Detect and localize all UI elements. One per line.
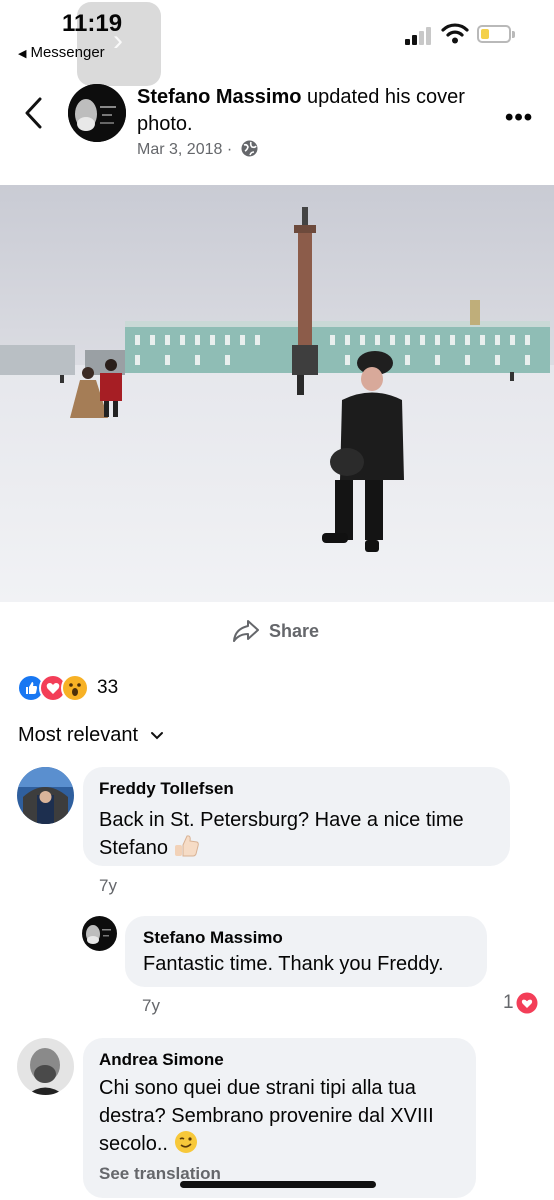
comment-bubble: Freddy Tollefsen Back in St. Petersburg?… [83, 767, 510, 866]
avatar-image [17, 1038, 74, 1095]
comment-text: Chi sono quei due strani tipi alla tua d… [99, 1074, 460, 1158]
commenter-name[interactable]: Andrea Simone [99, 1050, 460, 1070]
more-options-icon[interactable]: ••• [505, 104, 533, 132]
sort-label: Most relevant [18, 724, 139, 746]
cover-photo[interactable] [0, 185, 554, 602]
commenter-avatar[interactable] [17, 767, 74, 824]
avatar-image [17, 767, 74, 824]
avatar-image [68, 84, 126, 142]
home-indicator[interactable] [180, 1181, 376, 1188]
status-time: 11:19 [62, 10, 123, 37]
love-reaction-icon [516, 992, 538, 1014]
back-to-app-link[interactable]: ◀ Messenger [18, 44, 105, 61]
winking-face-emoji-icon [174, 1131, 197, 1153]
status-bar: › 11:19 ◀ Messenger [0, 0, 554, 86]
comment-text: Back in St. Petersburg? Have a nice time… [99, 806, 494, 862]
reply-like-count[interactable]: 1 [503, 992, 538, 1014]
comment-time[interactable]: 7y [99, 876, 117, 896]
back-arrow-icon[interactable] [22, 96, 46, 130]
reaction-count: 33 [97, 677, 119, 698]
reply-like-number: 1 [503, 992, 514, 1013]
reactions-summary[interactable]: 33 [17, 674, 118, 702]
reply-time[interactable]: 7y [142, 996, 160, 1016]
post-date: Mar 3, 2018 · [137, 140, 258, 159]
wow-reaction-icon [61, 674, 89, 702]
back-triangle-icon: ◀ [18, 48, 27, 60]
back-app-label: Messenger [30, 44, 105, 61]
reply-text: Fantastic time. Thank you Freddy. [143, 953, 444, 975]
post-header-title: Stefano Massimo updated his cover photo. [137, 84, 467, 138]
share-label: Share [269, 620, 320, 641]
author-avatar[interactable] [68, 84, 126, 142]
comment-text-line: destra? Sembrano provenire dal XVIII [99, 1105, 434, 1127]
reply-bubble: Stefano Massimo Fantastic time. Thank yo… [125, 916, 487, 987]
reply-avatar[interactable] [82, 916, 117, 951]
thumbs-up-emoji-icon [174, 835, 199, 857]
avatar-image [82, 916, 117, 951]
chevron-down-icon [151, 731, 164, 739]
cellular-signal-icon [405, 27, 431, 45]
comment-text-line: Chi sono quei due strani tipi alla tua [99, 1077, 416, 1099]
commenter-name[interactable]: Freddy Tollefsen [99, 779, 494, 799]
comment-sort-dropdown[interactable]: Most relevant [18, 724, 164, 747]
comment-text-line: Back in St. Petersburg? Have a nice time [99, 809, 464, 831]
globe-icon [241, 140, 258, 157]
post-date-text: Mar 3, 2018 · [137, 141, 233, 158]
battery-icon [477, 25, 515, 43]
share-button[interactable]: Share [232, 616, 319, 646]
comment-bubble: Andrea Simone Chi sono quei due strani t… [83, 1038, 476, 1198]
commenter-avatar[interactable] [17, 1038, 74, 1095]
author-name[interactable]: Stefano Massimo [137, 86, 301, 108]
reply-author-name[interactable]: Stefano Massimo [143, 928, 469, 948]
comment-text-line: Stefano [99, 837, 168, 859]
comment-text-line: secolo.. [99, 1133, 168, 1155]
share-icon [233, 620, 259, 642]
wifi-icon [441, 23, 469, 44]
